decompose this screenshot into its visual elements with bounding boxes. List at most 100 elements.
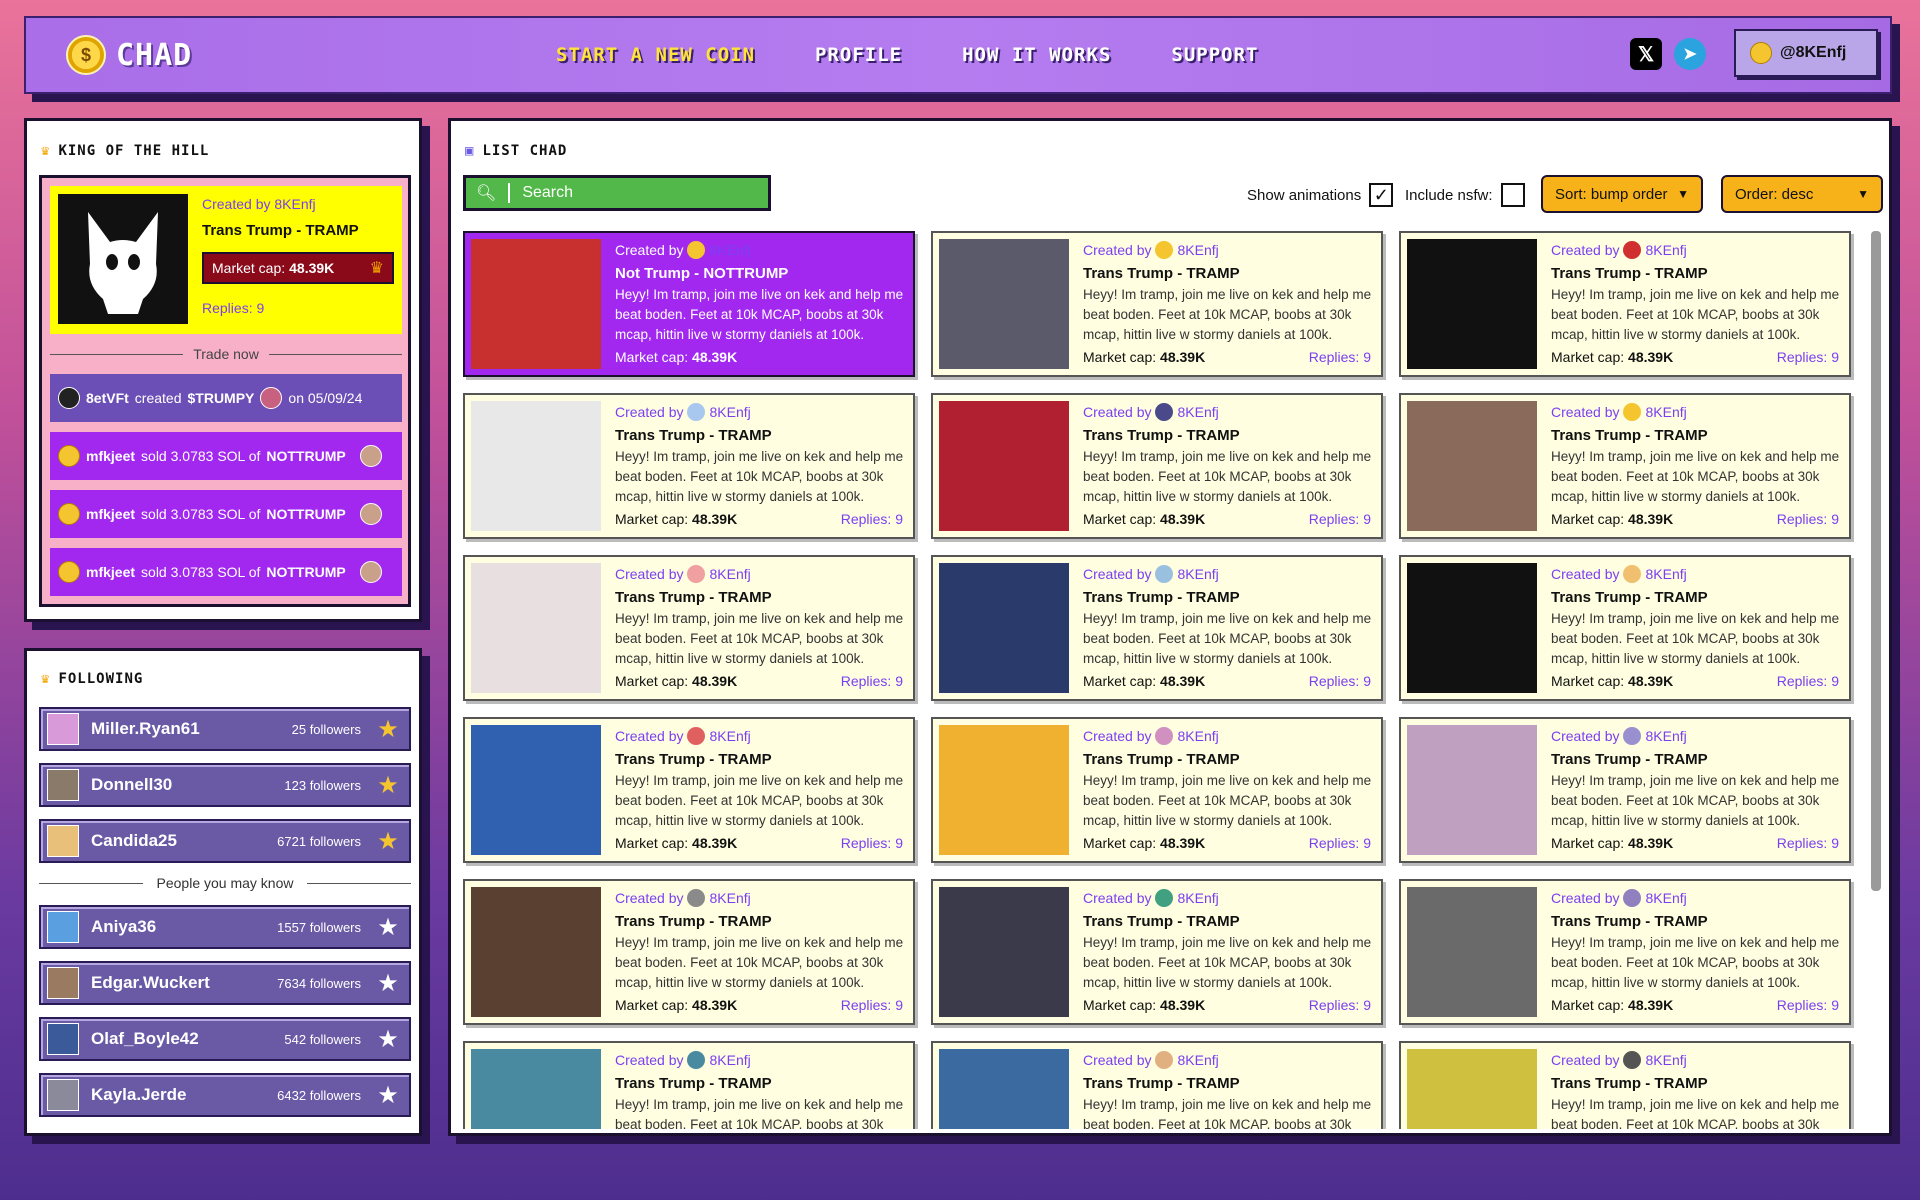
replies-count[interactable]: Replies: 9 bbox=[1309, 835, 1371, 851]
following-row[interactable]: Donnell30 123 followers ★ bbox=[39, 763, 411, 807]
include-nsfw-label: Include nsfw: bbox=[1405, 186, 1493, 204]
trade-token: NOTTRUMP bbox=[266, 448, 346, 464]
nav-profile[interactable]: PROFILE bbox=[815, 44, 902, 66]
trade-row[interactable]: mfkjeet sold 3.0783 SOL of NOTTRUMP bbox=[50, 490, 402, 538]
following-row[interactable]: Miller.Ryan61 25 followers ★ bbox=[39, 707, 411, 751]
king-of-the-hill-panel: ♛ KING OF THE HILL Created by 8KEnfj Tra… bbox=[24, 118, 422, 622]
replies-count[interactable]: Replies: 9 bbox=[841, 997, 903, 1013]
token-card[interactable]: Created by 8KEnfj Trans Trump - TRAMP Hey… bbox=[931, 879, 1383, 1025]
suggested-row[interactable]: Olaf_Boyle42 542 followers ★ bbox=[39, 1017, 411, 1061]
created-by: Created by 8KEnfj bbox=[1551, 889, 1687, 907]
star-icon[interactable]: ★ bbox=[373, 969, 403, 998]
creator-link[interactable]: 8KEnfj bbox=[709, 242, 750, 258]
token-card[interactable]: Created by 8KEnfj Trans Trump - TRAMP Hey… bbox=[1399, 393, 1851, 539]
following-row[interactable]: Candida25 6721 followers ★ bbox=[39, 819, 411, 863]
creator-link[interactable]: 8KEnfj bbox=[1177, 1052, 1218, 1068]
token-card[interactable]: Created by 8KEnfj Trans Trump - TRAMP Hey… bbox=[463, 879, 915, 1025]
creator-link[interactable]: 8KEnfj bbox=[1177, 242, 1218, 258]
creator-link[interactable]: 8KEnfj bbox=[1177, 404, 1218, 420]
creator-link[interactable]: 8KEnfj bbox=[709, 890, 750, 906]
replies-count[interactable]: Replies: 9 bbox=[1777, 997, 1839, 1013]
creator-link[interactable]: 8KEnfj bbox=[709, 728, 750, 744]
nav-how-it-works[interactable]: HOW IT WORKS bbox=[962, 44, 1111, 66]
checkbox-checked[interactable]: ✓ bbox=[1369, 183, 1394, 207]
creator-link[interactable]: 8KEnfj bbox=[274, 196, 315, 212]
nav-start-new-coin[interactable]: START A NEW COIN bbox=[556, 44, 755, 66]
token-card[interactable]: Created by 8KEnfj Trans Trump - TRAMP Hey… bbox=[931, 717, 1383, 863]
creator-link[interactable]: 8KEnfj bbox=[1177, 728, 1218, 744]
creator-link[interactable]: 8KEnfj bbox=[709, 404, 750, 420]
token-card[interactable]: Created by 8KEnfj Trans Trump - TRAMP Hey… bbox=[931, 555, 1383, 701]
replies-count[interactable]: Replies: 9 bbox=[1777, 673, 1839, 689]
token-card[interactable]: Created by 8KEnfj Trans Trump - TRAMP Hey… bbox=[931, 231, 1383, 377]
scrollbar[interactable] bbox=[1871, 231, 1881, 891]
suggested-row[interactable]: Kayla.Jerde 6432 followers ★ bbox=[39, 1073, 411, 1117]
star-icon[interactable]: ★ bbox=[373, 1081, 403, 1110]
token-card[interactable]: Created by 8KEnfj Trans Trump - TRAMP Hey… bbox=[463, 1041, 915, 1129]
token-card[interactable]: Created by 8KEnfj Trans Trump - TRAMP Hey… bbox=[931, 1041, 1383, 1129]
checkbox-unchecked[interactable] bbox=[1500, 183, 1525, 207]
creator-link[interactable]: 8KEnfj bbox=[1177, 566, 1218, 582]
show-animations-toggle[interactable]: Show animations ✓ bbox=[1247, 183, 1394, 207]
replies-count[interactable]: Replies: 9 bbox=[1309, 997, 1371, 1013]
replies-count[interactable]: Replies: 9 bbox=[1309, 511, 1371, 527]
sort-dropdown[interactable]: Sort: bump order ▼ bbox=[1541, 175, 1703, 213]
trade-row[interactable]: mfkjeet sold 3.0783 SOL of NOTTRUMP bbox=[50, 548, 402, 596]
creator-link[interactable]: 8KEnfj bbox=[709, 1052, 750, 1068]
star-icon[interactable]: ★ bbox=[373, 913, 403, 942]
x-icon[interactable]: 𝕏 bbox=[1630, 38, 1662, 70]
creator-link[interactable]: 8KEnfj bbox=[1645, 404, 1686, 420]
logo[interactable]: $ CHAD bbox=[66, 35, 192, 75]
trade-user: mfkjeet bbox=[86, 564, 136, 580]
king-token-card[interactable]: Created by 8KEnfj Trans Trump - TRAMP Ma… bbox=[50, 186, 402, 334]
star-icon[interactable]: ★ bbox=[373, 1025, 403, 1054]
created-by-label: Created by bbox=[1551, 1052, 1620, 1068]
mcap-label: Market cap: bbox=[1083, 511, 1157, 527]
token-card[interactable]: Created by 8KEnfj Trans Trump - TRAMP Hey… bbox=[1399, 879, 1851, 1025]
replies-count[interactable]: Replies: 9 bbox=[841, 673, 903, 689]
trade-row[interactable]: mfkjeet sold 3.0783 SOL of NOTTRUMP bbox=[50, 432, 402, 480]
replies-count[interactable]: Replies: 9 bbox=[1309, 673, 1371, 689]
nav-support[interactable]: SUPPORT bbox=[1171, 44, 1258, 66]
star-icon[interactable]: ★ bbox=[373, 715, 403, 744]
wallet-button[interactable]: @8KEnfj bbox=[1734, 29, 1878, 77]
creator-link[interactable]: 8KEnfj bbox=[1645, 728, 1686, 744]
creator-link[interactable]: 8KEnfj bbox=[1645, 890, 1686, 906]
replies-count[interactable]: Replies: 9 bbox=[841, 511, 903, 527]
mcap-value: 48.39K bbox=[692, 835, 738, 851]
star-icon[interactable]: ★ bbox=[373, 771, 403, 800]
include-nsfw-toggle[interactable]: Include nsfw: bbox=[1405, 183, 1525, 207]
user-avatar bbox=[58, 561, 80, 583]
replies-count[interactable]: Replies: 9 bbox=[202, 300, 264, 316]
star-icon[interactable]: ★ bbox=[373, 827, 403, 856]
telegram-icon[interactable]: ➤ bbox=[1674, 38, 1706, 70]
creator-link[interactable]: 8KEnfj bbox=[1645, 242, 1686, 258]
mcap-label: Market cap: bbox=[1551, 997, 1625, 1013]
token-card[interactable]: Created by 8KEnfj Trans Trump - TRAMP Hey… bbox=[463, 555, 915, 701]
creator-link[interactable]: 8KEnfj bbox=[1645, 566, 1686, 582]
order-dropdown[interactable]: Order: desc ▼ bbox=[1721, 175, 1883, 213]
replies-count[interactable]: Replies: 9 bbox=[1309, 349, 1371, 365]
creator-link[interactable]: 8KEnfj bbox=[709, 566, 750, 582]
replies-count[interactable]: Replies: 9 bbox=[1777, 349, 1839, 365]
token-card[interactable]: Created by 8KEnfj Trans Trump - TRAMP Hey… bbox=[931, 393, 1383, 539]
replies-count[interactable]: Replies: 9 bbox=[1777, 511, 1839, 527]
suggested-row[interactable]: Edgar.Wuckert 7634 followers ★ bbox=[39, 961, 411, 1005]
token-card[interactable]: Created by 8KEnfj Trans Trump - TRAMP Hey… bbox=[1399, 717, 1851, 863]
suggested-row[interactable]: Aniya36 1557 followers ★ bbox=[39, 905, 411, 949]
replies-count[interactable]: Replies: 9 bbox=[841, 835, 903, 851]
token-card[interactable]: Created by 8KEnfj Trans Trump - TRAMP Hey… bbox=[1399, 231, 1851, 377]
token-card[interactable]: Created by 8KEnfj Trans Trump - TRAMP Hey… bbox=[1399, 1041, 1851, 1129]
token-card[interactable]: Created by 8KEnfj Trans Trump - TRAMP Hey… bbox=[463, 717, 915, 863]
search-input[interactable] bbox=[522, 184, 743, 202]
creator-link[interactable]: 8KEnfj bbox=[1177, 890, 1218, 906]
create-activity-row[interactable]: 8etVFt created $TRUMPY on 05/09/24 bbox=[50, 374, 402, 422]
creator-link[interactable]: 8KEnfj bbox=[1645, 1052, 1686, 1068]
replies-count[interactable]: Replies: 9 bbox=[1777, 835, 1839, 851]
search-bar[interactable]: 🔍︎ bbox=[463, 175, 771, 211]
avatar bbox=[47, 713, 79, 745]
token-card[interactable]: Created by 8KEnfj Trans Trump - TRAMP Hey… bbox=[463, 393, 915, 539]
token-image bbox=[471, 887, 601, 1017]
token-card[interactable]: Created by 8KEnfj Not Trump - NOTTRUMP He… bbox=[463, 231, 915, 377]
token-card[interactable]: Created by 8KEnfj Trans Trump - TRAMP Hey… bbox=[1399, 555, 1851, 701]
